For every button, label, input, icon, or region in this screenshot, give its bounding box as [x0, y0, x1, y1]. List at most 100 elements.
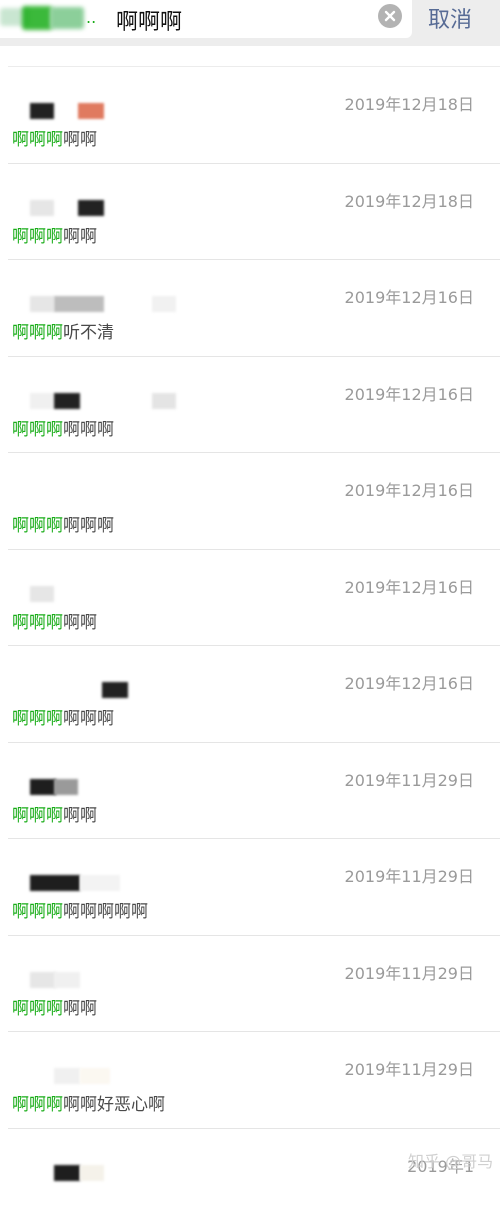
search-bar: .. 啊啊啊 取消 — [0, 0, 500, 46]
matched-keyword: 啊啊啊 — [12, 902, 63, 922]
redacted-blur — [54, 393, 80, 409]
redacted-contact-name — [20, 296, 180, 318]
snippet-rest: 啊啊啊 — [63, 516, 114, 536]
message-date: 2019年12月16日 — [345, 477, 474, 501]
redacted-blur — [22, 6, 52, 30]
message-date: 2019年11月29日 — [345, 767, 474, 791]
matched-keyword: 啊啊啊 — [12, 613, 63, 633]
matched-keyword: 啊啊啊 — [12, 1095, 63, 1115]
snippet-rest: 啊啊 — [63, 613, 97, 633]
search-result-item[interactable]: 2019年12月16日啊啊啊啊啊啊 — [8, 356, 500, 453]
matched-keyword: 啊啊啊 — [12, 227, 63, 247]
redacted-blur — [54, 1165, 80, 1181]
message-snippet: 啊啊啊啊啊啊 — [12, 511, 114, 536]
message-date: 2019年12月18日 — [345, 91, 474, 115]
message-snippet: 啊啊啊啊啊 — [12, 222, 97, 247]
search-result-item[interactable]: 2019年12月18日啊啊啊啊啊 — [8, 163, 500, 260]
redacted-blur — [78, 200, 104, 216]
message-snippet: 啊啊啊啊啊 — [12, 608, 97, 633]
redacted-contact-name — [20, 489, 180, 511]
search-result-item[interactable]: 2019年12月16日啊啊啊啊啊 — [8, 549, 500, 646]
message-snippet: 啊啊啊啊啊啊 — [12, 704, 114, 729]
search-result-item[interactable]: 2019年12月16日啊啊啊啊啊啊 — [8, 452, 500, 549]
message-snippet: 啊啊啊啊啊啊啊啊 — [12, 897, 148, 922]
snippet-rest: 啊啊啊 — [63, 420, 114, 440]
cancel-button[interactable]: 取消 — [428, 2, 472, 34]
redacted-blur — [102, 682, 128, 698]
watermark: 知乎 @哥马 — [408, 1148, 493, 1172]
matched-keyword: 啊啊啊 — [12, 709, 63, 729]
message-snippet: 啊啊啊啊啊 — [12, 994, 97, 1019]
message-date: 2019年11月29日 — [345, 1056, 474, 1080]
search-result-item[interactable]: 2019年11月29日啊啊啊啊啊啊啊啊 — [8, 838, 500, 935]
matched-keyword: 啊啊啊 — [12, 420, 63, 440]
search-result-item[interactable]: 2019年11月29日啊啊啊啊啊 — [8, 935, 500, 1032]
redacted-blur — [30, 586, 54, 602]
matched-keyword: 啊啊啊 — [12, 999, 63, 1019]
redacted-blur — [152, 296, 176, 312]
redacted-contact-name — [20, 972, 180, 994]
message-snippet: 啊啊啊听不清 — [12, 318, 114, 343]
message-snippet: 啊啊啊啊啊 — [12, 801, 97, 826]
message-date: 2019年12月16日 — [345, 574, 474, 598]
message-snippet: 啊啊啊啊啊好恶心啊 — [12, 1090, 165, 1115]
matched-keyword: 啊啊啊 — [12, 130, 63, 150]
message-date: 2019年12月18日 — [345, 188, 474, 212]
search-result-item[interactable]: 2019年12月16日啊啊啊啊啊啊 — [8, 645, 500, 742]
redacted-contact-name — [20, 779, 180, 801]
redacted-blur — [80, 1068, 110, 1084]
snippet-rest: 啊啊 — [63, 806, 97, 826]
redacted-blur — [78, 103, 104, 119]
message-date: 2019年12月16日 — [345, 284, 474, 308]
redacted-contact-name — [20, 1068, 180, 1090]
search-box[interactable]: .. 啊啊啊 — [0, 0, 412, 38]
redacted-blur — [30, 875, 80, 891]
snippet-rest: 啊啊 — [63, 130, 97, 150]
redacted-blur — [30, 296, 54, 312]
message-snippet: 啊啊啊啊啊 — [12, 125, 97, 150]
snippet-rest: 啊啊 — [63, 999, 97, 1019]
snippet-rest: 听不清 — [63, 323, 114, 343]
search-result-item[interactable]: 2019年12月18日啊啊啊啊啊 — [8, 66, 500, 163]
search-input[interactable]: 啊啊啊 — [116, 4, 182, 36]
redacted-blur — [80, 1165, 104, 1181]
clear-circle-icon[interactable] — [378, 4, 402, 28]
filter-tag-ellipsis: .. — [86, 8, 96, 27]
redacted-blur — [30, 103, 54, 119]
redacted-contact-name — [20, 393, 180, 415]
redacted-blur — [54, 296, 104, 312]
redacted-blur — [30, 779, 56, 795]
message-date: 2019年12月16日 — [345, 381, 474, 405]
search-results-list: 2019年12月18日啊啊啊啊啊2019年12月18日啊啊啊啊啊2019年12月… — [0, 66, 500, 1224]
redacted-contact-name — [20, 200, 180, 222]
matched-keyword: 啊啊啊 — [12, 806, 63, 826]
matched-keyword: 啊啊啊 — [12, 323, 63, 343]
redacted-contact-name — [20, 682, 180, 704]
snippet-rest: 啊啊啊啊啊 — [63, 902, 148, 922]
search-result-item[interactable]: 2019年1 — [8, 1128, 500, 1224]
redacted-contact-name — [20, 103, 180, 125]
message-date: 2019年11月29日 — [345, 960, 474, 984]
redacted-contact-name — [20, 875, 180, 897]
matched-keyword: 啊啊啊 — [12, 516, 63, 536]
redacted-blur — [54, 1068, 80, 1084]
search-result-item[interactable]: 2019年12月16日啊啊啊听不清 — [8, 259, 500, 356]
redacted-contact-name — [20, 1165, 180, 1187]
redacted-blur — [152, 393, 176, 409]
redacted-contact-name — [20, 586, 180, 608]
snippet-rest: 啊啊啊 — [63, 709, 114, 729]
redacted-blur — [54, 779, 78, 795]
message-date: 2019年11月29日 — [345, 863, 474, 887]
redacted-blur — [30, 200, 54, 216]
chat-filter-tag[interactable]: .. — [0, 6, 100, 30]
redacted-blur — [30, 972, 56, 988]
snippet-rest: 啊啊好恶心啊 — [63, 1095, 165, 1115]
search-result-item[interactable]: 2019年11月29日啊啊啊啊啊好恶心啊 — [8, 1031, 500, 1128]
redacted-blur — [50, 7, 84, 29]
redacted-blur — [30, 393, 54, 409]
redacted-blur — [54, 972, 80, 988]
snippet-rest: 啊啊 — [63, 227, 97, 247]
redacted-blur — [80, 875, 120, 891]
message-date: 2019年12月16日 — [345, 670, 474, 694]
search-result-item[interactable]: 2019年11月29日啊啊啊啊啊 — [8, 742, 500, 839]
